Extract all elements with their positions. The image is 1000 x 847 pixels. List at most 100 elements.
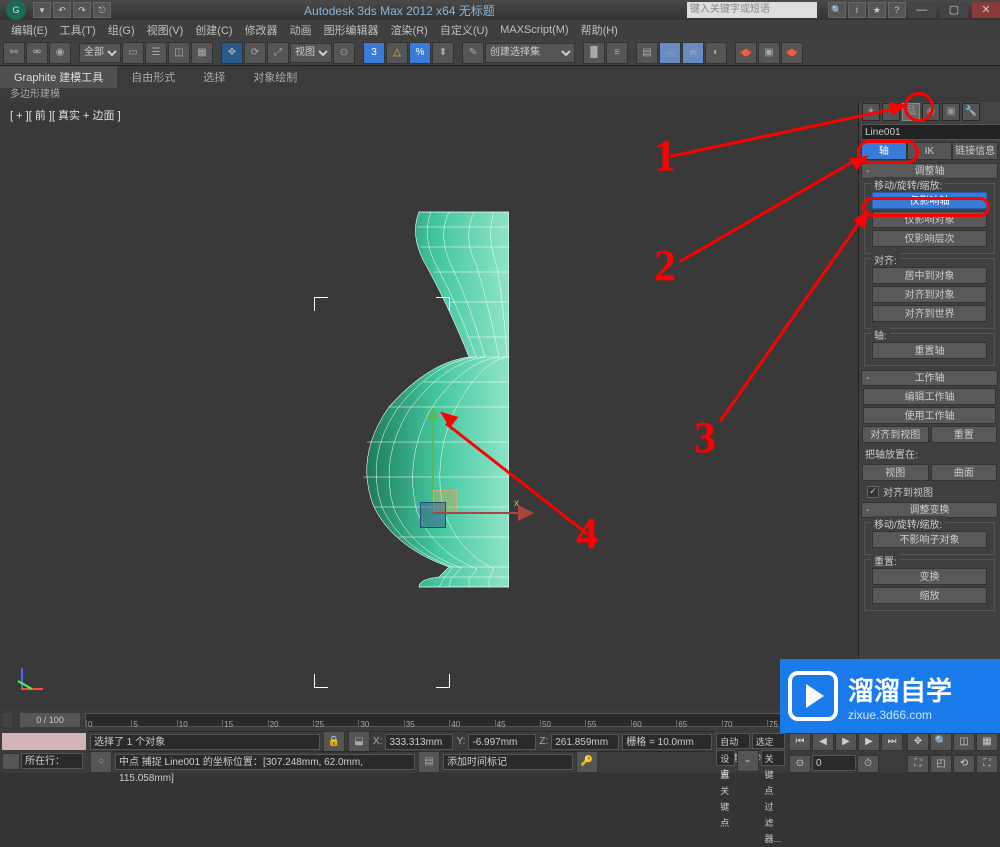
center-icon[interactable]: ⊙ — [333, 42, 355, 64]
menu-views[interactable]: 视图(V) — [141, 22, 190, 38]
tb-open-icon[interactable]: ▾ — [33, 2, 51, 18]
menu-help[interactable]: 帮助(H) — [575, 22, 624, 38]
prompt-icon[interactable]: ○ — [90, 751, 112, 773]
zoom-icon[interactable]: 🔍 — [930, 733, 952, 751]
linkinfo-subtab[interactable]: 链接信息 — [952, 142, 998, 160]
spinner-snap-icon[interactable]: ⬍ — [432, 42, 454, 64]
dont-affect-children-button[interactable]: 不影响子对象 — [872, 531, 988, 548]
search-icon[interactable]: 🔍 — [828, 2, 846, 18]
fov-icon[interactable]: ◫ — [953, 733, 975, 751]
next-frame-icon[interactable]: ▶ — [858, 733, 880, 751]
menu-customize[interactable]: 自定义(U) — [434, 22, 494, 38]
ribbon-tab-paint[interactable]: 对象绘制 — [239, 66, 311, 88]
x-coord-field[interactable]: 333.313mm — [385, 734, 453, 750]
ribbon-sub-label[interactable]: 多边形建模 — [0, 88, 1000, 102]
star-icon[interactable]: ★ — [868, 2, 886, 18]
modify-tab-icon[interactable]: ◔ — [882, 103, 900, 121]
menu-maxscript[interactable]: MAXScript(M) — [494, 24, 574, 36]
schematic-icon[interactable]: ⫙ — [682, 42, 704, 64]
utilities-tab-icon[interactable]: 🔧 — [962, 103, 980, 121]
menu-animation[interactable]: 动画 — [284, 22, 318, 38]
gizmo-x-axis[interactable] — [433, 512, 518, 514]
select-icon[interactable]: ▭ — [122, 42, 144, 64]
abs-icon[interactable]: ⬓ — [348, 731, 370, 753]
ribbon-tab-selection[interactable]: 选择 — [189, 66, 239, 88]
unlink-tool-icon[interactable]: ⚮ — [26, 42, 48, 64]
maximize-button[interactable]: ▢ — [940, 2, 968, 18]
manage-sets-icon[interactable]: ✎ — [462, 42, 484, 64]
select-region-icon[interactable]: ◫ — [168, 42, 190, 64]
zoom-all-icon[interactable]: ▦ — [976, 733, 998, 751]
edit-working-pivot-button[interactable]: 编辑工作轴 — [863, 388, 996, 405]
curve-editor-icon[interactable]: 〰 — [659, 42, 681, 64]
menu-graph[interactable]: 图形编辑器 — [318, 22, 385, 38]
prev-frame-icon[interactable]: ◀ — [812, 733, 834, 751]
pivot-marker[interactable] — [420, 502, 446, 528]
autokey-button[interactable]: 自动关键点 — [716, 733, 749, 749]
viewport-label[interactable]: [ + ][ 前 ][ 真实 + 边面 ] — [10, 107, 121, 123]
snap-3-icon[interactable]: 3 — [363, 42, 385, 64]
reset-wp-button[interactable]: 重置 — [931, 426, 998, 443]
help-icon[interactable]: ? — [888, 2, 906, 18]
reset-transform-button[interactable]: 变换 — [872, 568, 988, 585]
move-icon[interactable]: ✥ — [221, 42, 243, 64]
link-icon[interactable]: ⎋ — [93, 2, 111, 18]
menu-modifiers[interactable]: 修改器 — [239, 22, 284, 38]
time-slider[interactable]: 0 / 100 — [20, 713, 80, 727]
place-view-button[interactable]: 视图 — [862, 464, 929, 481]
orbit-icon[interactable]: ⟲ — [953, 755, 975, 773]
lock-icon[interactable] — [2, 753, 20, 770]
render-frame-icon[interactable]: ▣ — [758, 42, 780, 64]
align-to-view-checkbox[interactable]: ✓ — [867, 486, 879, 498]
affect-hierarchy-only-button[interactable]: 仅影响层次 — [872, 230, 988, 247]
time-config-icon[interactable]: ⏱ — [857, 755, 879, 773]
menu-group[interactable]: 组(G) — [102, 22, 141, 38]
rollout-working-pivot[interactable]: -工作轴 — [861, 370, 998, 386]
minimize-button[interactable]: — — [908, 2, 936, 18]
z-coord-field[interactable]: 261.859mm — [551, 734, 619, 750]
redo-icon[interactable]: ↷ — [73, 2, 91, 18]
hierarchy-tab-icon[interactable]: 品 — [902, 103, 920, 121]
align-to-object-button[interactable]: 对齐到对象 — [872, 286, 988, 303]
time-tag-icon[interactable]: ▤ — [418, 751, 440, 773]
select-name-icon[interactable]: ☰ — [145, 42, 167, 64]
render-icon[interactable]: 🫖 — [781, 42, 803, 64]
named-selection-sets[interactable]: 创建选择集 — [485, 43, 575, 63]
close-button[interactable]: ✕ — [972, 2, 1000, 18]
menu-create[interactable]: 创建(C) — [189, 22, 238, 38]
display-tab-icon[interactable]: ▣ — [942, 103, 960, 121]
align-icon[interactable]: ≡ — [606, 42, 628, 64]
key-mode-icon[interactable]: ⊙ — [789, 755, 811, 773]
ribbon-tab-graphite[interactable]: Graphite 建模工具 — [0, 66, 117, 88]
maximize-vp-icon[interactable]: ⛶ — [976, 755, 998, 773]
angle-snap-icon[interactable]: △ — [386, 42, 408, 64]
script-mini-listener[interactable] — [2, 733, 86, 750]
y-coord-field[interactable]: -6.997mm — [468, 734, 536, 750]
reset-scale-button[interactable]: 缩放 — [872, 587, 988, 604]
current-frame-field[interactable]: 0 — [812, 755, 856, 771]
use-working-pivot-button[interactable]: 使用工作轴 — [863, 407, 996, 424]
region-zoom-icon[interactable]: ◰ — [930, 755, 952, 773]
selection-filter[interactable]: 全部 — [79, 43, 121, 63]
rotate-icon[interactable]: ⟳ — [244, 42, 266, 64]
undo-icon[interactable]: ↶ — [53, 2, 71, 18]
ik-subtab[interactable]: IK — [907, 142, 953, 160]
key-icon[interactable]: ⌁ — [737, 750, 759, 772]
bind-tool-icon[interactable]: ◉ — [49, 42, 71, 64]
affect-pivot-only-button[interactable]: 仅影响轴 — [872, 192, 988, 209]
zoom-ext-icon[interactable]: ⛶ — [907, 755, 929, 773]
goto-end-icon[interactable]: ⏭ — [881, 733, 903, 751]
front-viewport[interactable]: [ + ][ 前 ][ 真实 + 边面 ] — [0, 102, 858, 711]
center-to-object-button[interactable]: 居中到对象 — [872, 267, 988, 284]
mirror-icon[interactable]: ▐▌ — [583, 42, 605, 64]
material-editor-icon[interactable]: ◐ — [705, 42, 727, 64]
align-to-world-button[interactable]: 对齐到世界 — [872, 305, 988, 322]
info-icon[interactable]: i — [848, 2, 866, 18]
layers-icon[interactable]: ▤ — [636, 42, 658, 64]
ref-coord-system[interactable]: 视图 — [290, 43, 332, 63]
percent-snap-icon[interactable]: % — [409, 42, 431, 64]
menu-tools[interactable]: 工具(T) — [54, 22, 102, 38]
object-name-field[interactable] — [861, 124, 1000, 140]
pan-icon[interactable]: ✥ — [907, 733, 929, 751]
scale-icon[interactable]: ⤢ — [267, 42, 289, 64]
